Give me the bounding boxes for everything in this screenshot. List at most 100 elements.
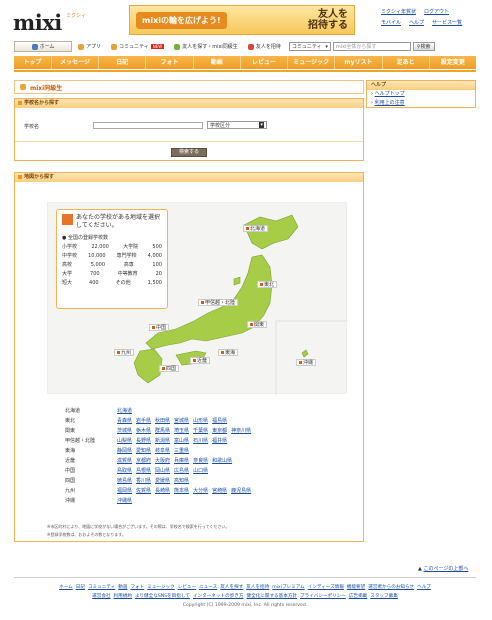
prefecture-link[interactable]: 奈良県 [193, 457, 208, 464]
footer-link[interactable]: ミュージック [147, 583, 174, 592]
prefecture-link[interactable]: 愛媛県 [155, 477, 170, 484]
prefecture-link[interactable]: 和歌山県 [212, 457, 232, 464]
footer-link[interactable]: ニュース [199, 583, 217, 592]
prefecture-link[interactable]: 香川県 [136, 477, 151, 484]
prefecture-link[interactable]: 山梨県 [117, 437, 132, 444]
footer-link[interactable]: フォト [130, 583, 144, 592]
tab-photo[interactable]: フォト [146, 56, 194, 69]
search-submit-button[interactable]: 検索する [171, 148, 207, 157]
school-name-input[interactable] [93, 122, 203, 129]
prefecture-link[interactable]: 埼玉県 [174, 427, 189, 434]
prefecture-link[interactable]: 東京都 [212, 427, 227, 434]
prefecture-link[interactable]: 神奈川県 [231, 427, 251, 434]
region-hokkaido[interactable]: 北海道 [243, 225, 269, 232]
prefecture-link[interactable]: 石川県 [193, 437, 208, 444]
prefecture-link[interactable]: 青森県 [117, 417, 132, 424]
footer-link[interactable]: 運営者からのお知らせ [368, 583, 414, 592]
footer-link[interactable]: mixiプレミアム [272, 583, 304, 592]
search-scope-select[interactable]: コミュニティ ▾ [288, 42, 331, 51]
mobile-link[interactable]: モバイル [381, 19, 401, 26]
prefecture-link[interactable]: 佐賀県 [136, 487, 151, 494]
region-tohoku[interactable]: 東北 [257, 281, 278, 288]
prefecture-link[interactable]: 福島県 [212, 417, 227, 424]
footer-link[interactable]: ヘルプ [417, 583, 431, 592]
search-input[interactable]: mixi全体から探す [332, 42, 411, 51]
region-kinki[interactable]: 近畿 [190, 357, 211, 364]
prefecture-link[interactable]: 秋田県 [155, 417, 170, 424]
home-button[interactable]: ホーム [14, 41, 72, 52]
footer-link[interactable]: スタッフ募集 [370, 592, 398, 601]
tab-footprints[interactable]: 足あと [383, 56, 430, 69]
prefecture-link[interactable]: 京都府 [136, 457, 151, 464]
help-link[interactable]: ヘルプ [409, 19, 424, 26]
footer-link[interactable]: 友人を探す [220, 583, 243, 592]
footer-link[interactable]: レビュー [178, 583, 196, 592]
nenga-link[interactable]: ミクシィ年賀状 [381, 8, 416, 15]
tab-mylist[interactable]: myリスト [335, 56, 383, 69]
prefecture-link[interactable]: 長野県 [136, 437, 151, 444]
prefecture-link[interactable]: 岩手県 [136, 417, 151, 424]
prefecture-link[interactable]: 愛知県 [136, 447, 151, 454]
page-top-link[interactable]: ▲ このページの上部へ [418, 565, 468, 572]
footer-link[interactable]: 運営会社 [92, 592, 110, 601]
footer-link[interactable]: 日記 [76, 583, 85, 592]
region-koshinetsu[interactable]: 甲信越・北陸 [198, 299, 239, 306]
prefecture-link[interactable]: 沖縄県 [117, 497, 132, 504]
prefecture-link[interactable]: 群馬県 [155, 427, 170, 434]
prefecture-link[interactable]: 岡山県 [155, 467, 170, 474]
region-okinawa[interactable]: 沖縄 [296, 359, 317, 366]
prefecture-link[interactable]: 熊本県 [174, 487, 189, 494]
footer-link[interactable]: 利用規約 [114, 592, 132, 601]
prefecture-link[interactable]: 広島県 [174, 467, 189, 474]
prefecture-link[interactable]: 鳥取県 [117, 467, 132, 474]
prefecture-link[interactable]: 長崎県 [155, 487, 170, 494]
invite-banner[interactable]: mixiの輪を広げよう! 友人を 招待する [129, 5, 355, 35]
region-shikoku[interactable]: 四国 [159, 365, 180, 372]
footer-link[interactable]: プライバシーポリシー [300, 592, 346, 601]
footer-link[interactable]: 動画 [118, 583, 127, 592]
footer-link[interactable]: 友人を招待 [246, 583, 269, 592]
footer-link[interactable]: 機能要望 [347, 583, 365, 592]
region-kanto[interactable]: 関東 [247, 321, 268, 328]
prefecture-link[interactable]: 富山県 [174, 437, 189, 444]
tab-diary[interactable]: 日記 [99, 56, 147, 69]
tab-top[interactable]: トップ [14, 56, 52, 69]
usage-notes-link[interactable]: › 利用上の注意 [367, 99, 475, 108]
prefecture-link[interactable]: 山形県 [193, 417, 208, 424]
prefecture-link[interactable]: 千葉県 [193, 427, 208, 434]
logout-link[interactable]: ログアウト [424, 8, 449, 15]
footer-link[interactable]: インディーズ情報 [308, 583, 344, 592]
prefecture-link[interactable]: 島根県 [136, 467, 151, 474]
prefecture-link[interactable]: 茨城県 [117, 427, 132, 434]
tab-video[interactable]: 動画 [194, 56, 241, 69]
footer-link[interactable]: より健全なSNSを目指して [135, 592, 190, 601]
prefecture-link[interactable]: 岐阜県 [155, 447, 170, 454]
prefecture-link[interactable]: 宮崎県 [212, 487, 227, 494]
footer-link[interactable]: コミュニティ [88, 583, 115, 592]
community-button[interactable]: コミュニティ NEW [107, 41, 168, 52]
apps-button[interactable]: アプリ [74, 41, 105, 52]
prefecture-link[interactable]: 北海道 [117, 407, 132, 414]
footer-link[interactable]: ホーム [59, 583, 73, 592]
prefecture-link[interactable]: 徳島県 [117, 477, 132, 484]
region-chugoku[interactable]: 中国 [149, 324, 170, 331]
school-type-select[interactable]: 学校区分 ▾ [207, 121, 267, 129]
prefecture-link[interactable]: 山口県 [193, 467, 208, 474]
region-kyushu[interactable]: 九州 [114, 349, 135, 356]
help-top-link[interactable]: › ヘルプトップ [367, 90, 475, 99]
mixi-logo[interactable]: mixi [13, 10, 62, 35]
footer-link[interactable]: 広告掲載 [349, 592, 367, 601]
prefecture-link[interactable]: 栃木県 [136, 427, 151, 434]
prefecture-link[interactable]: 三重県 [174, 447, 189, 454]
search-button[interactable]: ⚲ 検索 [412, 42, 435, 51]
find-friends-button[interactable]: 友人を探す・mixi同級生 [170, 41, 242, 52]
footer-link[interactable]: 健全化に関する基本方針 [246, 592, 297, 601]
prefecture-link[interactable]: 新潟県 [155, 437, 170, 444]
prefecture-link[interactable]: 大分県 [193, 487, 208, 494]
prefecture-link[interactable]: 福岡県 [117, 487, 132, 494]
services-link[interactable]: サービス一覧 [432, 19, 462, 26]
prefecture-link[interactable]: 高知県 [174, 477, 189, 484]
prefecture-link[interactable]: 大阪府 [155, 457, 170, 464]
prefecture-link[interactable]: 宮城県 [174, 417, 189, 424]
footer-link[interactable]: インターネットの歩き方 [193, 592, 244, 601]
